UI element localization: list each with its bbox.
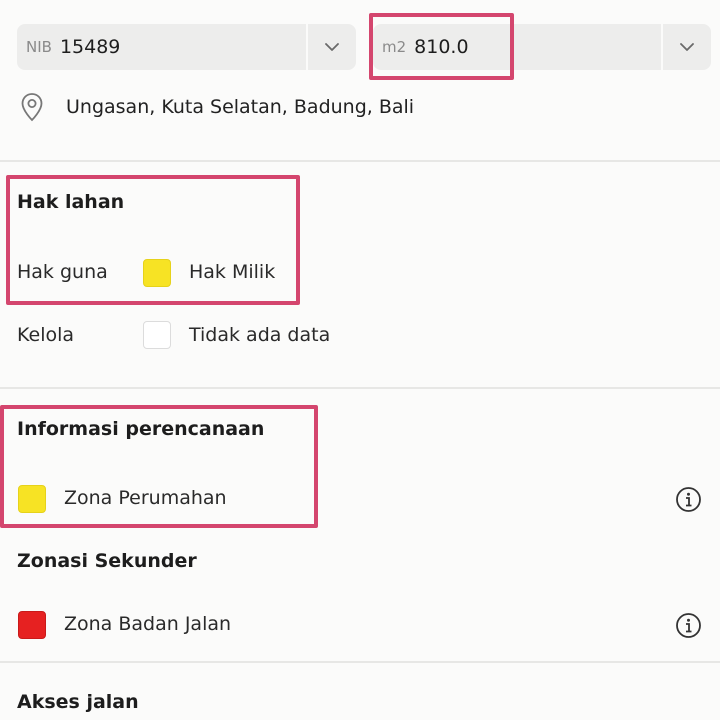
divider (0, 661, 720, 663)
road-access-heading: Akses jalan (17, 691, 139, 713)
nib-dropdown-button[interactable] (306, 24, 356, 70)
secondary-zone-label: Zona Badan Jalan (64, 613, 232, 635)
road-zone-color-swatch (18, 611, 46, 639)
chevron-down-icon (680, 42, 694, 51)
area-dropdown-button[interactable] (661, 24, 711, 70)
info-icon[interactable] (675, 612, 702, 639)
management-value: Tidak ada data (189, 324, 331, 346)
planning-highlight-box (0, 405, 318, 528)
location-address: Ungasan, Kuta Selatan, Badung, Bali (66, 96, 415, 118)
secondary-zoning-heading: Zonasi Sekunder (17, 550, 197, 572)
info-icon[interactable] (675, 486, 702, 513)
no-data-color-swatch (143, 321, 171, 349)
nib-field[interactable]: NIB 15489 (17, 24, 356, 70)
nib-prefix: NIB (26, 38, 52, 56)
land-rights-highlight-box (6, 175, 300, 305)
nib-value: 15489 (59, 36, 121, 58)
divider (0, 160, 720, 162)
management-label: Kelola (17, 324, 75, 346)
location-row: Ungasan, Kuta Selatan, Badung, Bali (20, 92, 414, 122)
divider (0, 387, 720, 389)
chevron-down-icon (325, 42, 339, 51)
area-highlight-box (369, 13, 514, 80)
map-pin-icon (21, 93, 43, 122)
